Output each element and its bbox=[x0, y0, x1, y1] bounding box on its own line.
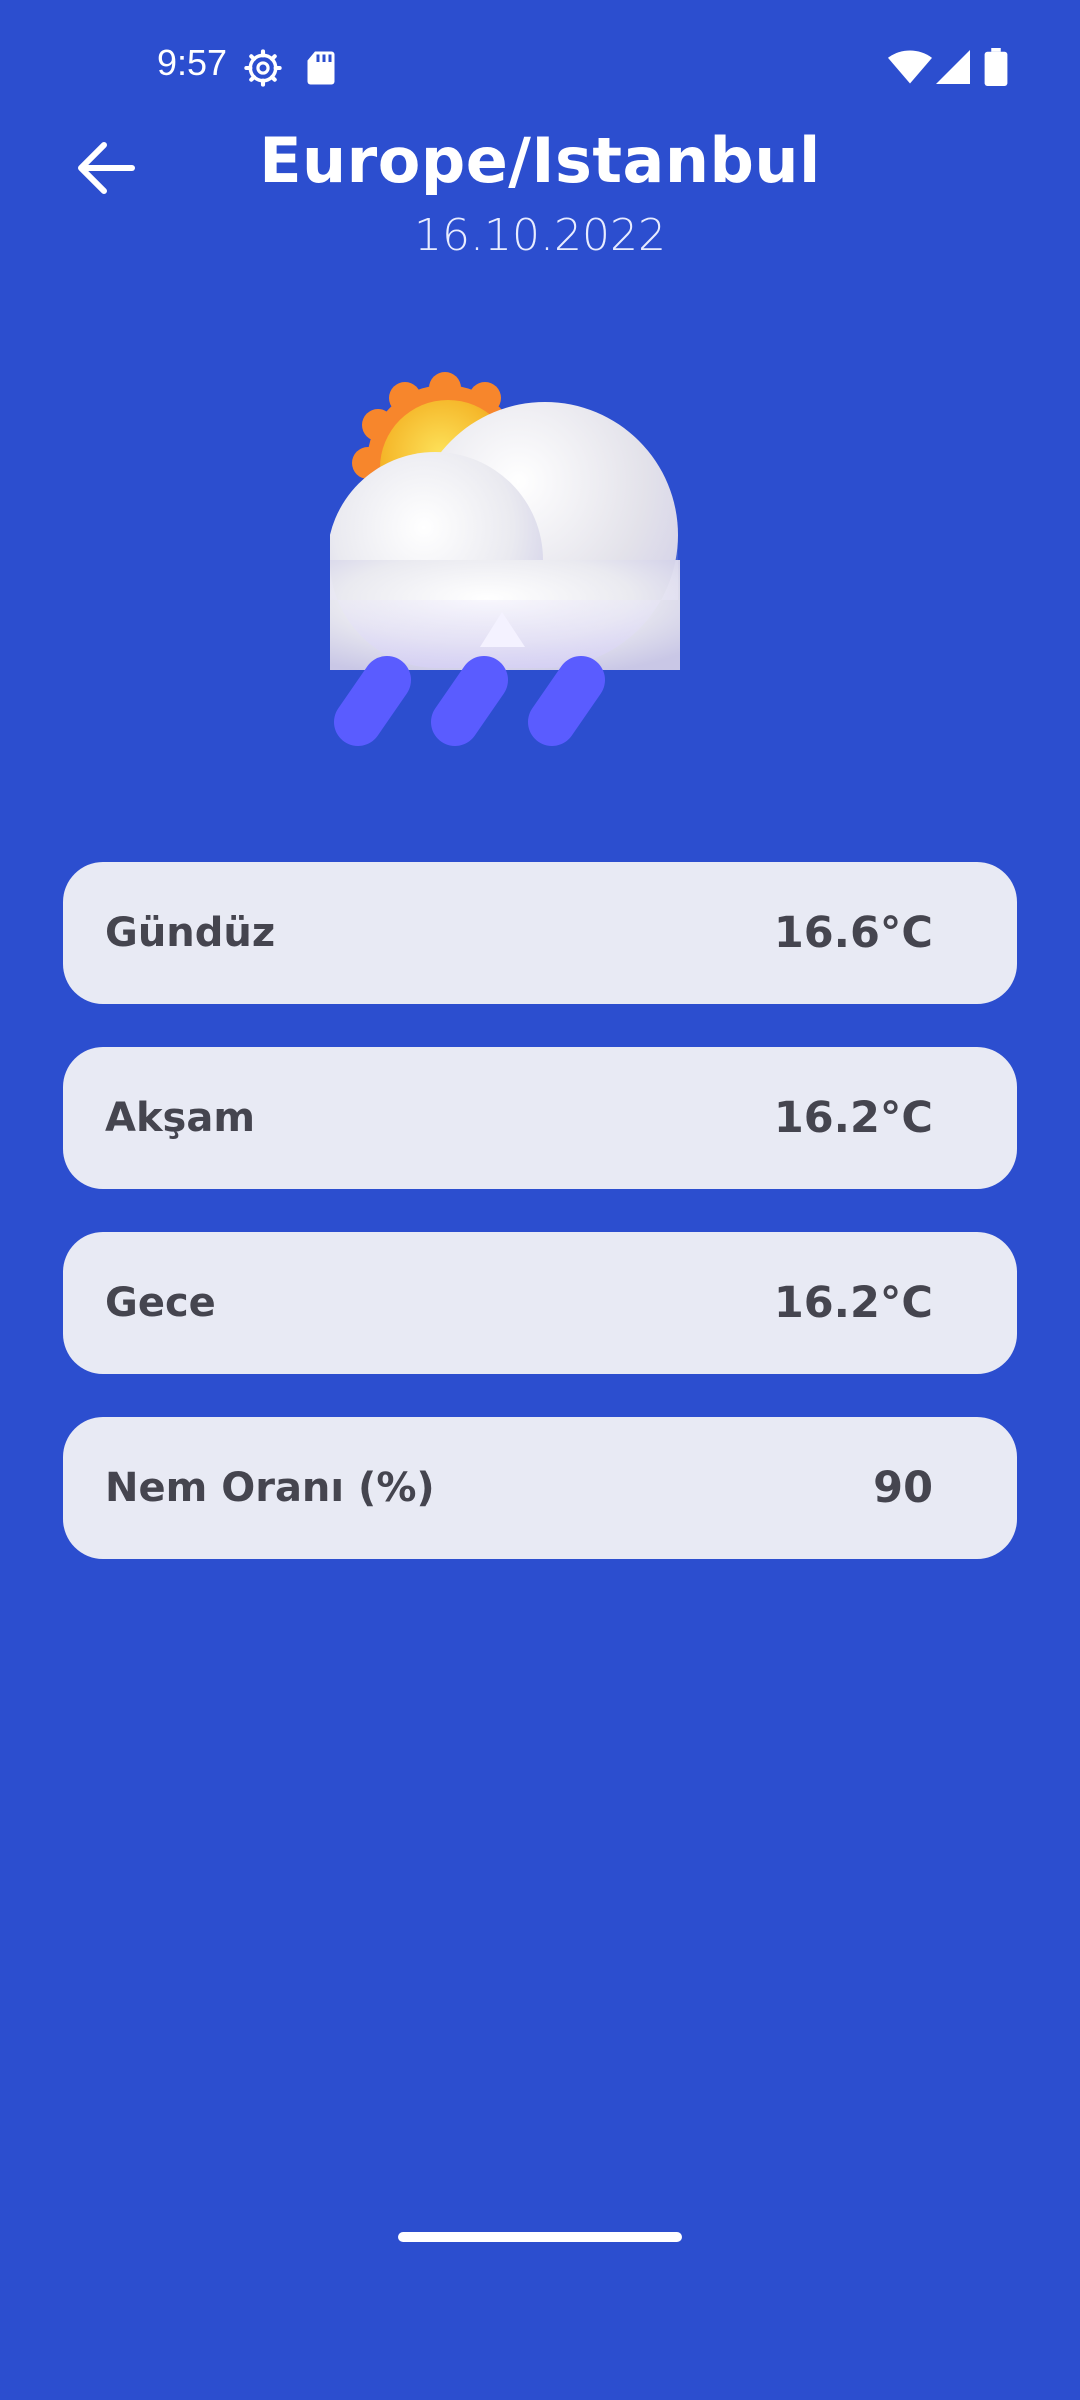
card-value: 16.2°C bbox=[773, 1093, 933, 1143]
wifi-icon bbox=[888, 50, 932, 84]
card-label: Nem Oranı (%) bbox=[105, 1465, 435, 1511]
sun-behind-rain-cloud-icon bbox=[330, 372, 680, 746]
cell-signal-icon bbox=[936, 50, 970, 84]
settings-gear-icon bbox=[244, 49, 282, 87]
card-label: Akşam bbox=[105, 1095, 256, 1141]
page-title: Europe/Istanbul bbox=[259, 124, 821, 197]
card-label: Gece bbox=[105, 1280, 216, 1326]
weather-info-list: Gündüz 16.6°C Akşam 16.2°C Gece 16.2°C N… bbox=[63, 862, 1017, 1602]
page-date: 16.10.2022 bbox=[414, 210, 666, 261]
rain-drops bbox=[334, 656, 605, 746]
status-time: 9:57 bbox=[157, 42, 228, 83]
card-value: 90 bbox=[873, 1463, 933, 1513]
card-daytime-temp: Gündüz 16.6°C bbox=[63, 862, 1017, 1004]
card-night-temp: Gece 16.2°C bbox=[63, 1232, 1017, 1374]
card-humidity: Nem Oranı (%) 90 bbox=[63, 1417, 1017, 1559]
card-value: 16.2°C bbox=[773, 1278, 933, 1328]
card-value: 16.6°C bbox=[773, 908, 933, 958]
battery-icon bbox=[984, 48, 1008, 86]
sd-card-icon bbox=[307, 51, 335, 85]
card-label: Gündüz bbox=[105, 910, 276, 956]
card-evening-temp: Akşam 16.2°C bbox=[63, 1047, 1017, 1189]
home-indicator[interactable] bbox=[398, 2232, 682, 2242]
status-bar: 9:57 bbox=[0, 0, 1080, 130]
weather-detail-screen: 9:57 Europe/Istanbul 16.10.2022 Gündüz 1… bbox=[0, 0, 1080, 2400]
